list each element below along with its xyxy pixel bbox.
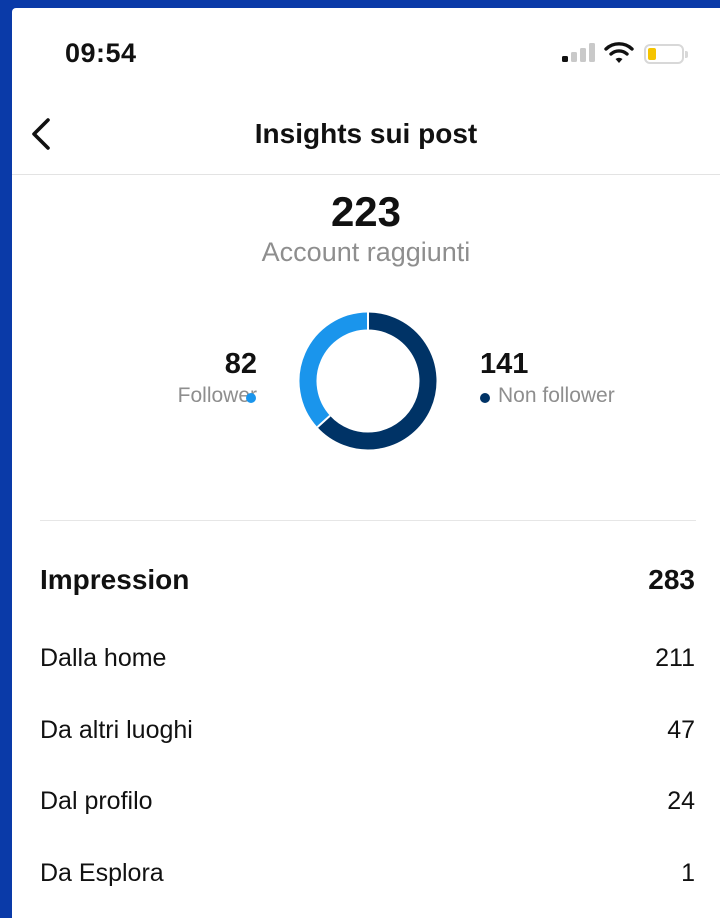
- screen: 09:54 Insights sui post 223 Account ragg…: [12, 8, 720, 918]
- impression-row-explore: Da Esplora 1: [40, 859, 695, 899]
- status-time: 09:54: [65, 38, 137, 68]
- impression-row-label: Dal profilo: [40, 787, 153, 815]
- impression-row-value: 24: [667, 787, 695, 815]
- non-followers-label: Non follower: [498, 384, 615, 407]
- impressions-value: 283: [648, 564, 695, 595]
- impressions-label: Impression: [40, 564, 190, 595]
- cellular-signal-icon: [562, 40, 598, 66]
- impression-row-label: Da altri luoghi: [40, 716, 193, 744]
- section-divider: [40, 520, 696, 521]
- followers-label-text: Follower: [177, 384, 257, 407]
- impression-row-label: Da Esplora: [40, 859, 164, 887]
- donut-slice-follower: [299, 312, 369, 428]
- page-title: Insights sui post: [254, 118, 478, 149]
- impression-row-profile: Dal profilo 24: [40, 787, 695, 827]
- battery-fill: [648, 48, 656, 60]
- donut-slice-non-follower: [317, 312, 437, 450]
- accounts-reached-value: 223: [330, 188, 402, 235]
- impression-row-value: 211: [655, 644, 695, 672]
- status-icons: [562, 40, 692, 66]
- impression-row-value: 1: [681, 859, 695, 887]
- accounts-reached-label: Account raggiunti: [261, 237, 471, 267]
- impression-row-label: Dalla home: [40, 644, 167, 672]
- header-divider: [12, 174, 720, 175]
- device-frame-top: [0, 0, 720, 8]
- wifi-icon: [604, 42, 634, 63]
- device-frame-left: [0, 0, 12, 918]
- battery-low-icon: [644, 44, 688, 64]
- followers-label: Follower: [112, 384, 257, 408]
- reach-donut-chart: [299, 312, 437, 450]
- impression-row-value: 47: [667, 716, 695, 744]
- followers-legend-dot: [246, 393, 256, 403]
- battery-nub: [685, 51, 688, 58]
- non-followers-legend-dot: [480, 393, 490, 403]
- non-followers-value: 141: [480, 348, 529, 380]
- followers-value: 82: [224, 348, 257, 380]
- impression-row-home: Dalla home 211: [40, 644, 695, 684]
- impression-row-other: Da altri luoghi 47: [40, 716, 695, 756]
